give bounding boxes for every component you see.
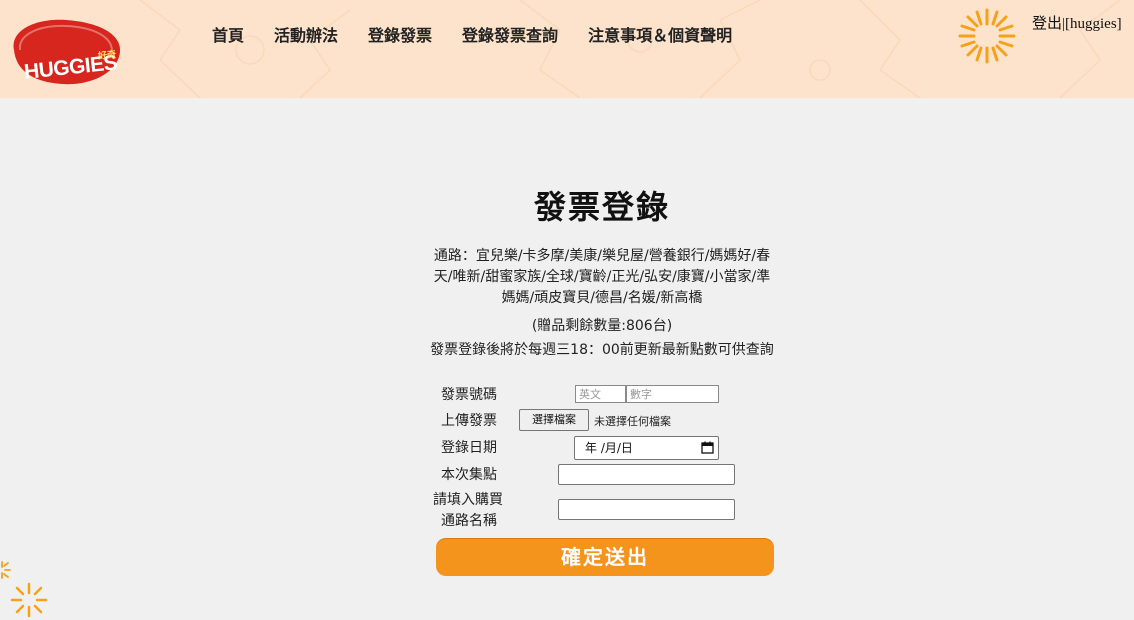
date-input-value: 年 /月/日 — [585, 441, 633, 455]
logo-sub-text: 好奇 — [97, 50, 117, 62]
stock-remaining-text: (贈品剩餘數量:806台) — [531, 318, 673, 334]
nav-register-invoice[interactable]: 登錄發票 — [368, 22, 432, 46]
invoice-number-label: 發票號碼 — [441, 387, 497, 403]
update-notice-text: 發票登錄後將於每週三18：00前更新最新點數可供查詢 — [430, 342, 774, 358]
nav-home[interactable]: 首頁 — [212, 22, 244, 46]
channel-name-input[interactable] — [558, 499, 735, 520]
sunburst-icon — [1, 561, 11, 579]
register-date-label: 登錄日期 — [441, 440, 497, 456]
nav-rules[interactable]: 活動辦法 — [274, 22, 338, 46]
nav-notice-privacy[interactable]: 注意事項＆個資聲明 — [588, 22, 732, 46]
sunburst-icon — [958, 8, 1016, 64]
choose-file-button[interactable]: 選擇檔案 — [519, 409, 589, 431]
page-title: 發票登錄 — [533, 188, 670, 226]
invoice-digits-input[interactable] — [626, 385, 719, 403]
register-date-input[interactable]: 年 /月/日 — [574, 436, 719, 460]
site-header: HUGGIES 好奇 首頁 活動辦法 登錄發票 登錄發票查詢 注意事項＆個資聲明 — [0, 0, 1134, 98]
calendar-icon[interactable] — [701, 441, 714, 454]
user-area: 登出|[huggies] — [1032, 12, 1122, 33]
upload-invoice-label: 上傳發票 — [441, 413, 497, 429]
submit-button[interactable]: 確定送出 — [436, 538, 774, 576]
channels-text: 通路：宜兒樂/卡多摩/美康/樂兒屋/營養銀行/媽媽好/春天/唯新/甜蜜家族/全球… — [433, 248, 771, 306]
channel-name-label-line1: 請填入購買 — [433, 492, 503, 508]
username-label: |[huggies] — [1062, 16, 1122, 32]
points-input[interactable] — [558, 464, 735, 485]
invoice-letters-input[interactable] — [575, 385, 626, 403]
no-file-selected-text: 未選擇任何檔案 — [594, 415, 671, 428]
huggies-logo[interactable]: HUGGIES 好奇 — [6, 16, 124, 88]
channel-name-label-line2: 通路名稱 — [441, 513, 497, 529]
points-label: 本次集點 — [441, 467, 497, 483]
nav-invoice-query[interactable]: 登錄發票查詢 — [462, 22, 558, 46]
logout-link[interactable]: 登出 — [1032, 16, 1062, 32]
sunburst-icon — [10, 582, 48, 618]
main-nav: 首頁 活動辦法 登錄發票 登錄發票查詢 注意事項＆個資聲明 — [212, 22, 762, 46]
